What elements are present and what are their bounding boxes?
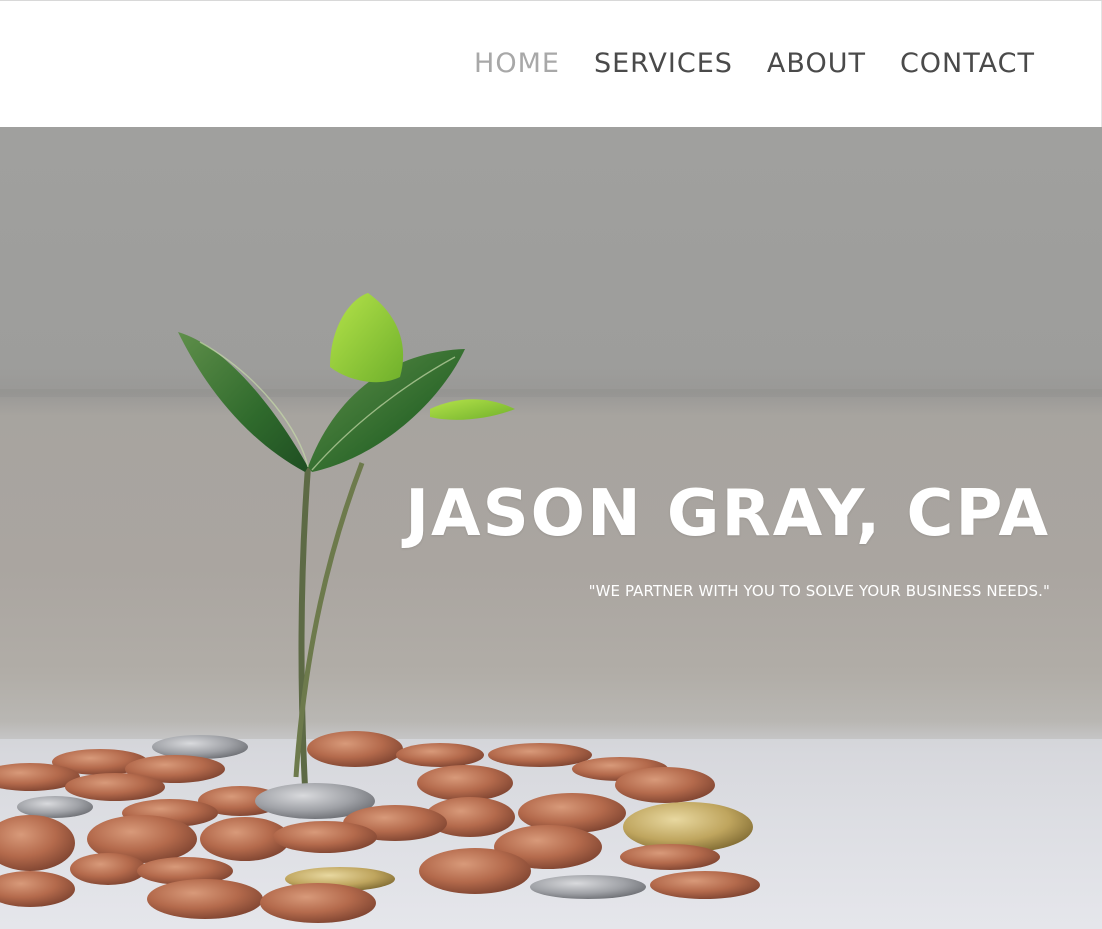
hero-title: JASON GRAY, CPA	[405, 477, 1050, 551]
hero-section: JASON GRAY, CPA "WE PARTNER WITH YOU TO …	[0, 127, 1102, 929]
hero-tagline: "WE PARTNER WITH YOU TO SOLVE YOUR BUSIN…	[588, 582, 1050, 600]
page: HOME SERVICES ABOUT CONTACT JASON GRAY, …	[0, 0, 1102, 929]
nav-services-link[interactable]: SERVICES	[594, 48, 733, 79]
nav-about-link[interactable]: ABOUT	[767, 48, 866, 79]
nav-home-link[interactable]: HOME	[474, 48, 560, 79]
site-header: HOME SERVICES ABOUT CONTACT	[0, 1, 1102, 127]
nav-list: HOME SERVICES ABOUT CONTACT	[474, 45, 1035, 83]
nav-contact-link[interactable]: CONTACT	[900, 48, 1035, 79]
